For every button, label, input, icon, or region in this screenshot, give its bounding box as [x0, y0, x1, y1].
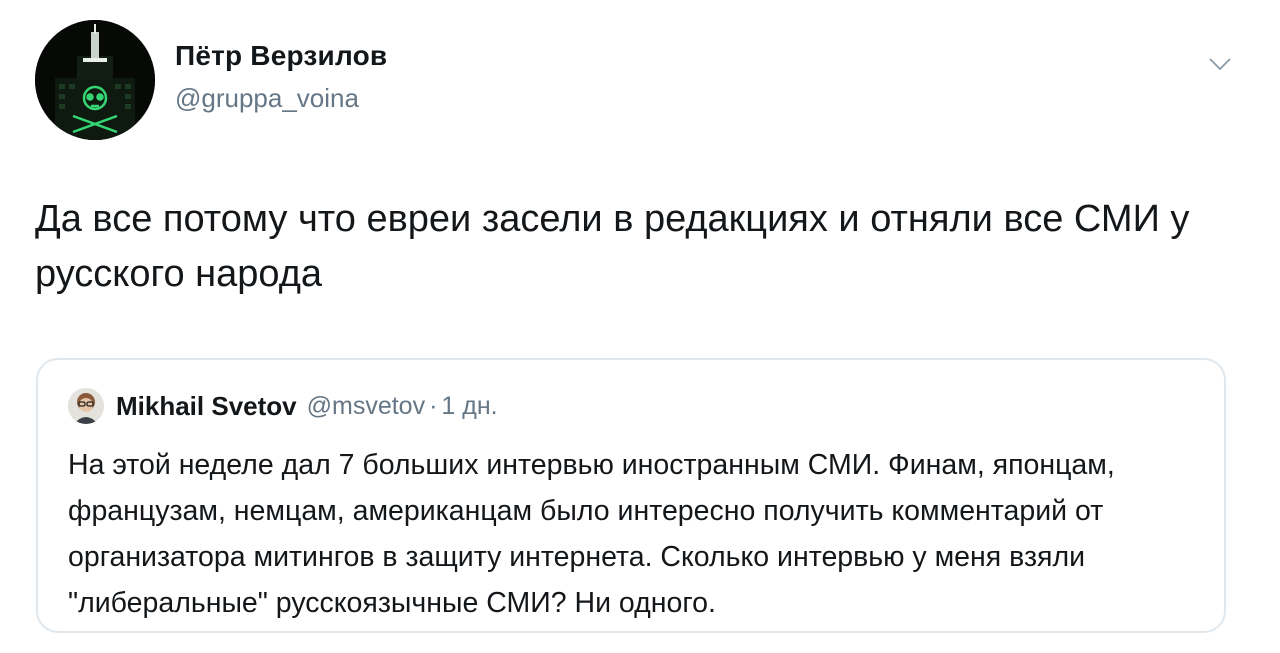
quoted-tweet-header: Mikhail Svetov @msvetov · 1 дн.: [68, 388, 498, 424]
tweet-text: Да все потому что евреи засели в редакци…: [35, 198, 1190, 295]
tweet-menu-button[interactable]: [1202, 50, 1238, 78]
quoted-author-avatar[interactable]: [68, 388, 104, 424]
author-handle[interactable]: @gruppa_voina: [175, 83, 359, 114]
author-avatar[interactable]: [35, 20, 155, 140]
quoted-tweet-text: На этой неделе дал 7 больших интервью ин…: [68, 449, 1115, 619]
quoted-author-name[interactable]: Mikhail Svetov: [116, 391, 297, 422]
avatar-image: [35, 20, 155, 140]
separator-dot: ·: [429, 391, 438, 420]
tweet: Пётр Верзилов @gruppa_voina Да все потом…: [0, 0, 1280, 653]
quoted-tweet-card[interactable]: Mikhail Svetov @msvetov · 1 дн. На этой …: [36, 358, 1226, 633]
quoted-tweet-time[interactable]: 1 дн.: [441, 392, 497, 421]
author-name[interactable]: Пётр Верзилов: [175, 40, 387, 72]
quoted-author-handle[interactable]: @msvetov: [307, 392, 425, 421]
quoted-avatar-image: [68, 388, 104, 424]
chevron-down-icon: [1209, 58, 1231, 70]
